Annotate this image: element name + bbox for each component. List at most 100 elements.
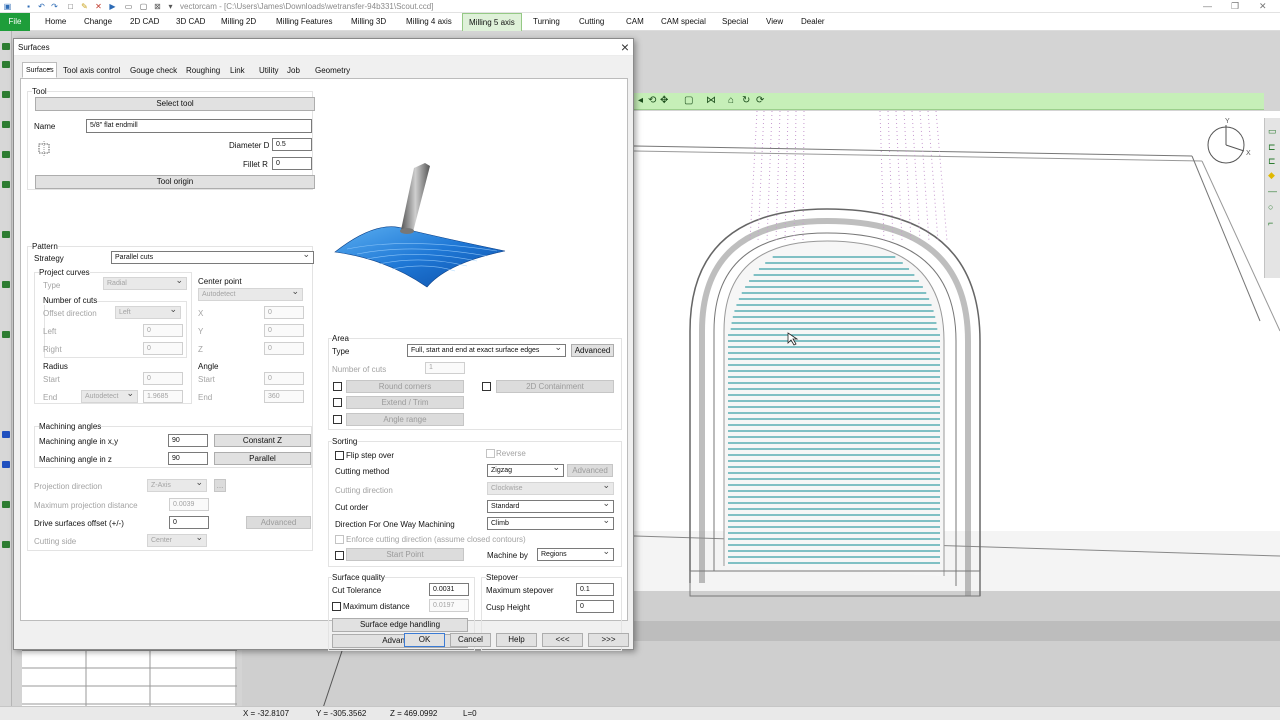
tool-name-field[interactable]: 5/8" flat endmill — [86, 119, 312, 133]
angle-range-button[interactable]: Angle range — [346, 413, 464, 426]
tool-icon[interactable] — [2, 231, 10, 238]
tool-icon[interactable] — [2, 331, 10, 338]
diameter-field[interactable]: 0.5 — [272, 138, 312, 151]
menu-cam-special[interactable]: CAM special — [655, 13, 712, 31]
step-down-icon[interactable]: ⊏ — [1268, 156, 1276, 167]
projection-direction-select[interactable]: Z-Axis — [147, 479, 207, 492]
diamond-icon[interactable]: ◆ — [1268, 170, 1275, 181]
tool-icon[interactable] — [2, 431, 10, 438]
lock-icon[interactable]: ⌂ — [728, 96, 734, 106]
angle-end-field[interactable]: 360 — [264, 390, 304, 403]
menu-special[interactable]: Special — [716, 13, 754, 31]
machining-xy-field[interactable]: 90 — [168, 434, 208, 447]
drive-offset-field[interactable]: 0 — [169, 516, 209, 529]
angle-start-field[interactable]: 0 — [264, 372, 304, 385]
tab-gouge-check[interactable]: Gouge check — [128, 63, 179, 78]
redraw-icon[interactable]: ↻ — [742, 96, 750, 106]
previous-button[interactable]: <<< — [542, 633, 583, 647]
center-point-select[interactable]: Autodetect — [198, 288, 303, 301]
menu-change[interactable]: Change — [78, 13, 118, 31]
edit-icon[interactable]: ✎ — [80, 2, 89, 11]
cancel-button[interactable]: Cancel — [450, 633, 491, 647]
machining-z-field[interactable]: 90 — [168, 452, 208, 465]
containment-button[interactable]: 2D Containment — [496, 380, 614, 393]
max-stepover-field[interactable]: 0.1 — [576, 583, 614, 596]
link-icon[interactable]: ⋈ — [706, 96, 716, 106]
tool-icon[interactable] — [2, 541, 10, 548]
menu-2d-cad[interactable]: 2D CAD — [124, 13, 165, 31]
new-icon[interactable]: □ — [66, 2, 75, 11]
menu-milling-4-axis[interactable]: Milling 4 axis — [400, 13, 458, 31]
help-button[interactable]: Help — [496, 633, 537, 647]
menu-dealer[interactable]: Dealer — [795, 13, 831, 31]
fillet-field[interactable]: 0 — [272, 157, 312, 170]
delete-icon[interactable]: ✕ — [94, 2, 103, 11]
cutting-method-advanced-button[interactable]: Advanced — [567, 464, 613, 477]
restore-doc-icon[interactable]: ▢ — [139, 2, 148, 11]
menu-milling-2d[interactable]: Milling 2D — [215, 13, 262, 31]
pc-type-select[interactable]: Radial — [103, 277, 187, 290]
reverse-checkbox[interactable] — [486, 449, 495, 458]
tab-link[interactable]: Link — [228, 63, 247, 78]
rotate-icon[interactable]: ⟲ — [648, 96, 656, 106]
one-way-direction-select[interactable]: Climb — [487, 517, 614, 530]
next-button[interactable]: >>> — [588, 633, 629, 647]
machine-by-select[interactable]: Regions — [537, 548, 614, 561]
restore-icon[interactable]: ❐ — [1231, 1, 1239, 12]
ok-button[interactable]: OK — [404, 633, 445, 647]
select-tool-button[interactable]: Select tool — [35, 97, 315, 111]
tool-icon[interactable] — [2, 181, 10, 188]
menu-3d-cad[interactable]: 3D CAD — [170, 13, 211, 31]
quick-access-dropdown-icon[interactable]: ▾ — [166, 2, 175, 11]
tool-origin-button[interactable]: Tool origin — [35, 175, 315, 189]
menu-milling-3d[interactable]: Milling 3D — [345, 13, 392, 31]
drive-advanced-button[interactable]: Advanced — [246, 516, 311, 529]
layer-icon[interactable]: ▭ — [1268, 126, 1277, 137]
maximum-distance-field[interactable]: 0.0197 — [429, 599, 469, 612]
menu-view[interactable]: View — [760, 13, 789, 31]
cutting-direction-select[interactable]: Clockwise — [487, 482, 614, 495]
maximum-distance-checkbox[interactable] — [332, 602, 341, 611]
left-field[interactable]: 0 — [143, 324, 183, 337]
menu-cutting[interactable]: Cutting — [573, 13, 610, 31]
tab-geometry[interactable]: Geometry — [313, 63, 352, 78]
tool-icon[interactable] — [2, 501, 10, 508]
cutting-method-select[interactable]: Zigzag — [487, 464, 564, 477]
tool-icon[interactable] — [2, 461, 10, 468]
radius-end-field[interactable]: 1.9685 — [143, 390, 183, 403]
tool-icon[interactable] — [2, 151, 10, 158]
arrow-left-icon[interactable]: ◂ — [638, 96, 643, 106]
surface-edge-handling-button[interactable]: Surface edge handling — [332, 618, 468, 632]
tab-tool-axis-control[interactable]: Tool axis control — [61, 63, 122, 78]
tool-icon[interactable] — [2, 61, 10, 68]
radius-start-field[interactable]: 0 — [143, 372, 183, 385]
tab-job[interactable]: Job — [285, 63, 302, 78]
extend-trim-checkbox[interactable] — [333, 398, 342, 407]
center-y-field[interactable]: 0 — [264, 324, 304, 337]
dash-icon[interactable]: — — [1268, 186, 1277, 196]
step-icon[interactable]: ⊏ — [1268, 142, 1276, 153]
projection-browse-button[interactable]: ... — [214, 479, 226, 492]
flip-step-over-checkbox[interactable] — [335, 451, 344, 460]
cusp-height-field[interactable]: 0 — [576, 600, 614, 613]
redo-icon[interactable]: ↷ — [50, 2, 59, 11]
tool-icon[interactable] — [2, 91, 10, 98]
cut-tolerance-field[interactable]: 0.0031 — [429, 583, 469, 596]
refresh-icon[interactable]: ⟳ — [756, 96, 764, 106]
tool-icon[interactable] — [2, 121, 10, 128]
extend-trim-button[interactable]: Extend / Trim — [346, 396, 464, 409]
file-tab[interactable]: File — [0, 13, 30, 31]
quality-advanced-button[interactable]: Advanced — [332, 634, 468, 648]
corner-icon[interactable]: ⌐ — [1268, 218, 1273, 228]
parallel-button[interactable]: Parallel — [214, 452, 311, 465]
enforce-direction-checkbox[interactable] — [335, 535, 344, 544]
tool-icon[interactable] — [2, 281, 10, 288]
tab-roughing[interactable]: Roughing — [184, 63, 222, 78]
menu-turning[interactable]: Turning — [527, 13, 566, 31]
menu-cam[interactable]: CAM — [620, 13, 650, 31]
save-icon[interactable]: ▪ — [24, 2, 33, 11]
constant-z-button[interactable]: Constant Z — [214, 434, 311, 447]
circle-icon[interactable]: ○ — [1268, 202, 1273, 212]
start-point-button[interactable]: Start Point — [346, 548, 464, 561]
area-num-cuts-field[interactable]: 1 — [425, 362, 465, 374]
